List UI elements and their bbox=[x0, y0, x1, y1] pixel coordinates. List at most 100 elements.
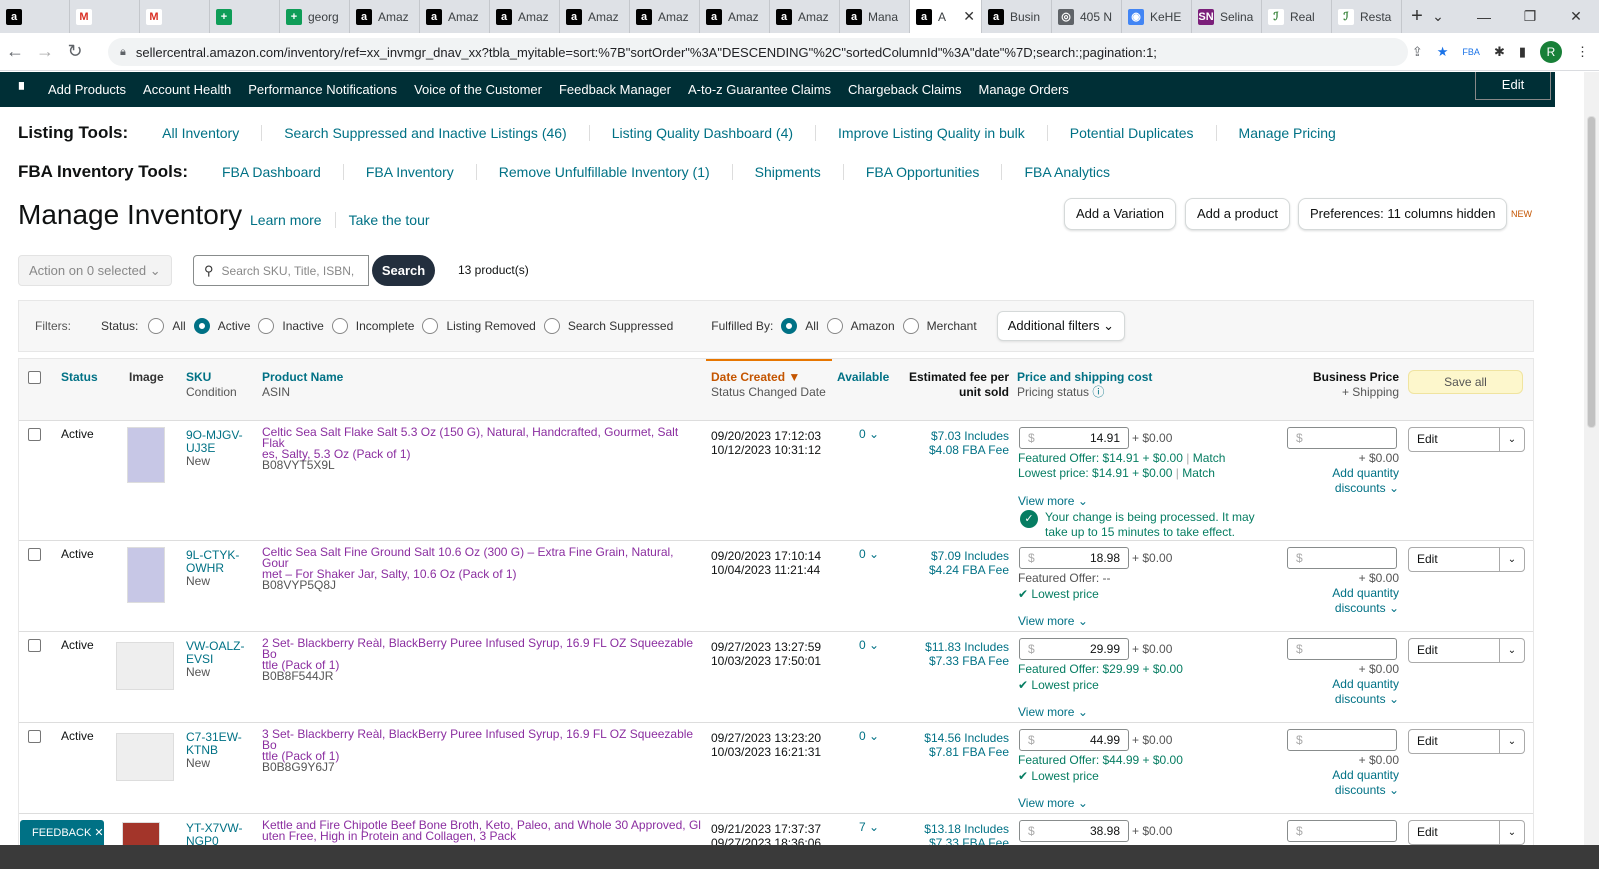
browser-tab[interactable]: a Amaz bbox=[700, 0, 770, 33]
business-price-input[interactable]: $ bbox=[1287, 547, 1397, 569]
business-price-input[interactable]: $ bbox=[1287, 820, 1397, 842]
row-available[interactable]: 0 ⌄ bbox=[859, 428, 879, 440]
add-quantity-discounts-link[interactable]: Add quantity discounts ⌄ bbox=[1299, 466, 1399, 496]
price-input[interactable]: $38.98 bbox=[1019, 820, 1129, 842]
restore-icon[interactable]: ❐ bbox=[1507, 8, 1553, 25]
browser-tab[interactable]: a Amaz bbox=[490, 0, 560, 33]
match-link[interactable]: Match bbox=[1193, 451, 1226, 465]
nav-add-products[interactable]: Add Products bbox=[48, 82, 126, 97]
status-radio-search-suppressed[interactable] bbox=[543, 318, 560, 334]
fulfilled-radio-amazon[interactable] bbox=[826, 318, 843, 334]
tab-search-icon[interactable]: ⌄ bbox=[1415, 8, 1461, 25]
view-more-link[interactable]: View more ⌄ bbox=[1018, 705, 1088, 719]
row-product-name[interactable]: 2 Set- Blackberry Reàl, BlackBerry Puree… bbox=[262, 637, 702, 671]
browser-tab[interactable]: a Amaz bbox=[420, 0, 490, 33]
row-fee[interactable]: $7.09 Includes bbox=[899, 549, 1009, 563]
additional-filters-button[interactable]: Additional filters ⌄ bbox=[996, 311, 1125, 341]
browser-tab[interactable]: a Amaz bbox=[770, 0, 840, 33]
browser-tab[interactable]: a Mana bbox=[840, 0, 910, 33]
link-improve-quality[interactable]: Improve Listing Quality in bulk bbox=[816, 125, 1048, 141]
row-checkbox[interactable] bbox=[28, 730, 41, 743]
add-quantity-discounts-link[interactable]: Add quantity discounts ⌄ bbox=[1299, 586, 1399, 616]
browser-tab[interactable]: a bbox=[0, 0, 70, 33]
product-image[interactable] bbox=[127, 427, 165, 483]
nav-atoz-claims[interactable]: A-to-z Guarantee Claims bbox=[688, 82, 831, 97]
header-sku[interactable]: SKU bbox=[186, 370, 237, 385]
fba-extension-icon[interactable]: FBA bbox=[1462, 47, 1480, 57]
view-more-link[interactable]: View more ⌄ bbox=[1018, 494, 1088, 508]
chevron-down-icon[interactable]: ⌄ bbox=[1499, 639, 1524, 662]
bulk-action-select[interactable]: Action on 0 selected ⌄ bbox=[18, 255, 172, 286]
fulfilled-radio-all[interactable] bbox=[781, 318, 798, 334]
status-radio-inactive[interactable] bbox=[258, 318, 275, 334]
product-image[interactable] bbox=[116, 642, 174, 690]
price-input[interactable]: $14.91 bbox=[1019, 427, 1129, 449]
header-product-name[interactable]: Product Name bbox=[262, 370, 343, 385]
browser-tab[interactable]: ℐ Real bbox=[1262, 0, 1332, 33]
info-icon[interactable]: ⓘ bbox=[1092, 385, 1104, 399]
nav-edit-button[interactable]: Edit bbox=[1475, 72, 1551, 100]
nav-account-health[interactable]: Account Health bbox=[143, 82, 231, 97]
header-available[interactable]: Available bbox=[837, 370, 889, 385]
browser-tab[interactable]: ◉ KeHE bbox=[1122, 0, 1192, 33]
reload-icon[interactable]: ↻ bbox=[60, 41, 90, 62]
status-radio-all[interactable] bbox=[148, 318, 165, 334]
scrollbar-thumb[interactable] bbox=[1587, 116, 1596, 428]
search-button[interactable]: Search bbox=[372, 255, 435, 286]
browser-tab[interactable]: + bbox=[210, 0, 280, 33]
row-checkbox[interactable] bbox=[28, 548, 41, 561]
chevron-down-icon[interactable]: ⌄ bbox=[1499, 548, 1524, 571]
link-listing-quality[interactable]: Listing Quality Dashboard (4) bbox=[590, 125, 817, 141]
link-manage-pricing[interactable]: Manage Pricing bbox=[1217, 125, 1358, 141]
row-product-name[interactable]: Celtic Sea Salt Flake Salt 5.3 Oz (150 G… bbox=[262, 426, 702, 460]
link-remove-unfulfillable[interactable]: Remove Unfulfillable Inventory (1) bbox=[477, 164, 733, 180]
price-input[interactable]: $29.99 bbox=[1019, 638, 1129, 660]
link-fba-opportunities[interactable]: FBA Opportunities bbox=[844, 164, 1003, 180]
add-variation-button[interactable]: Add a Variation bbox=[1064, 198, 1176, 230]
link-potential-duplicates[interactable]: Potential Duplicates bbox=[1048, 125, 1217, 141]
row-product-name[interactable]: Kettle and Fire Chipotle Beef Bone Broth… bbox=[262, 819, 702, 842]
add-quantity-discounts-link[interactable]: Add quantity discounts ⌄ bbox=[1299, 677, 1399, 707]
save-all-button[interactable]: Save all bbox=[1408, 370, 1523, 394]
close-icon[interactable]: ✕ bbox=[94, 827, 103, 839]
browser-menu-icon[interactable]: ⋮ bbox=[1576, 44, 1589, 60]
row-sku[interactable]: C7-31EW- KTNB bbox=[186, 731, 256, 757]
browser-tab[interactable]: ℐ Resta bbox=[1332, 0, 1402, 33]
product-image[interactable] bbox=[127, 547, 165, 603]
view-more-link[interactable]: View more ⌄ bbox=[1018, 614, 1088, 628]
row-sku[interactable]: VW-OALZ- EVSI bbox=[186, 640, 256, 666]
page-scrollbar[interactable] bbox=[1584, 72, 1599, 869]
extensions-icon[interactable]: ✱ bbox=[1494, 44, 1505, 60]
chevron-down-icon[interactable]: ⌄ bbox=[1499, 428, 1524, 451]
status-radio-active[interactable] bbox=[193, 318, 210, 334]
preferences-button[interactable]: Preferences: 11 columns hidden bbox=[1298, 198, 1508, 230]
row-fee[interactable]: $7.03 Includes bbox=[899, 429, 1009, 443]
back-icon[interactable]: ← bbox=[0, 41, 30, 62]
edit-label[interactable]: Edit bbox=[1409, 821, 1499, 844]
row-edit-button[interactable]: Edit ⌄ bbox=[1408, 547, 1525, 572]
business-price-input[interactable]: $ bbox=[1287, 729, 1397, 751]
edit-label[interactable]: Edit bbox=[1409, 548, 1499, 571]
close-tab-icon[interactable]: ✕ bbox=[963, 8, 975, 25]
browser-tab[interactable]: + georg bbox=[280, 0, 350, 33]
share-icon[interactable]: ⇪ bbox=[1412, 44, 1423, 60]
nav-manage-orders[interactable]: Manage Orders bbox=[978, 82, 1068, 97]
url-field[interactable]: 🔒︎ sellercentral.amazon.com/inventory/re… bbox=[108, 38, 1408, 66]
price-input[interactable]: $44.99 bbox=[1019, 729, 1129, 751]
sidepanel-icon[interactable]: ▮ bbox=[1519, 44, 1526, 60]
chevron-down-icon[interactable]: ⌄ bbox=[1499, 821, 1524, 844]
row-fee[interactable]: $14.56 Includes bbox=[899, 731, 1009, 745]
close-window-icon[interactable]: ✕ bbox=[1553, 8, 1599, 25]
row-available[interactable]: 0 ⌄ bbox=[859, 548, 879, 560]
row-edit-button[interactable]: Edit ⌄ bbox=[1408, 427, 1525, 452]
edit-label[interactable]: Edit bbox=[1409, 639, 1499, 662]
row-sku[interactable]: 9L-CTYK- OWHR bbox=[186, 549, 256, 575]
browser-tab[interactable]: M bbox=[140, 0, 210, 33]
row-edit-button[interactable]: Edit ⌄ bbox=[1408, 638, 1525, 663]
row-product-name[interactable]: Celtic Sea Salt Fine Ground Salt 10.6 Oz… bbox=[262, 546, 702, 580]
link-fba-analytics[interactable]: FBA Analytics bbox=[1002, 164, 1132, 180]
link-fba-dashboard[interactable]: FBA Dashboard bbox=[200, 164, 344, 180]
header-date-created[interactable]: Date Created ▼ bbox=[711, 370, 826, 385]
row-product-name[interactable]: 3 Set- Blackberry Reàl, BlackBerry Puree… bbox=[262, 728, 702, 762]
business-price-input[interactable]: $ bbox=[1287, 427, 1397, 449]
